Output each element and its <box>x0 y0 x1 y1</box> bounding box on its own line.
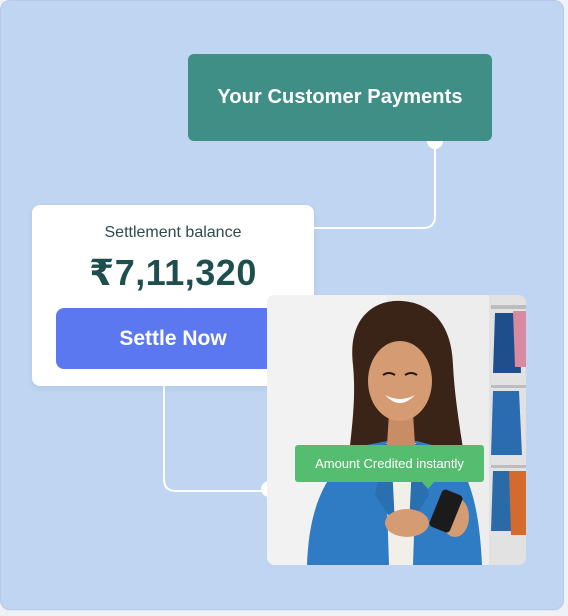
amount-credited-text: Amount Credited instantly <box>315 456 464 471</box>
settle-now-button[interactable]: Settle Now <box>56 308 290 369</box>
woman-with-phone-photo <box>267 295 526 565</box>
woman-smiling-with-phone-image <box>267 295 526 565</box>
illustration-panel: Your Customer Payments Settlement balanc… <box>0 0 564 610</box>
settlement-balance-label: Settlement balance <box>104 224 242 241</box>
connector-balance-to-photo <box>163 386 269 492</box>
amount-credited-badge: Amount Credited instantly <box>295 445 484 489</box>
customer-payments-card: Your Customer Payments <box>188 54 492 141</box>
connector-payments-to-balance <box>314 141 436 229</box>
badge-tail <box>421 481 435 489</box>
settlement-balance-amount: ₹7,11,320 <box>89 252 257 293</box>
customer-payments-title: Your Customer Payments <box>217 86 463 108</box>
